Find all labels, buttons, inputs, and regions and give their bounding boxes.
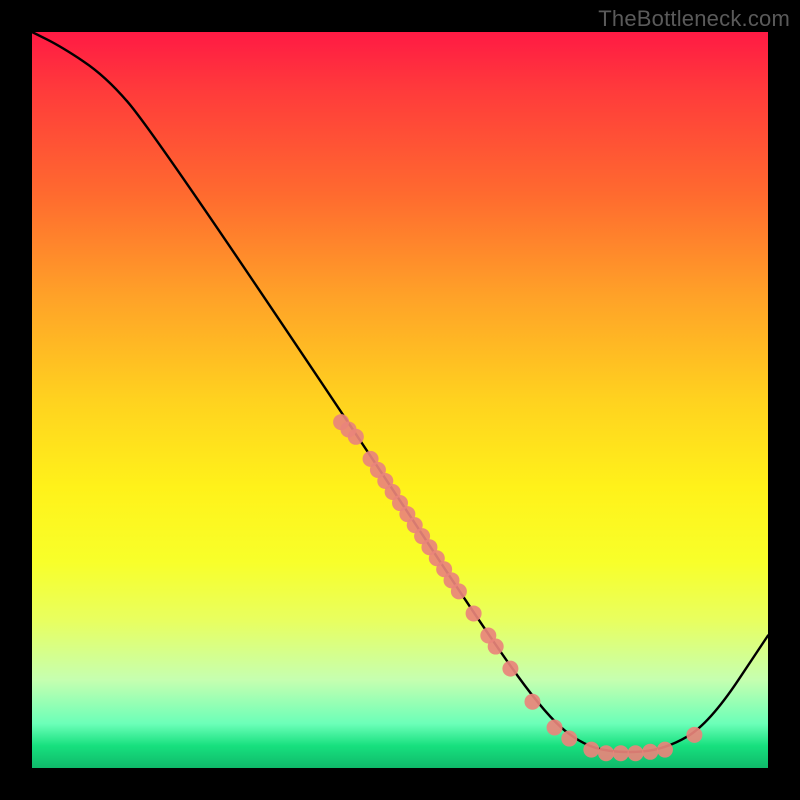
chart-frame: TheBottleneck.com [0, 0, 800, 800]
watermark-label: TheBottleneck.com [598, 6, 790, 32]
data-marker [598, 745, 614, 761]
data-marker [642, 744, 658, 760]
data-marker [628, 745, 644, 761]
data-marker [502, 661, 518, 677]
marker-group [333, 414, 702, 761]
data-marker [451, 583, 467, 599]
plot-area [32, 32, 768, 768]
chart-svg [32, 32, 768, 768]
data-marker [561, 731, 577, 747]
data-marker [686, 727, 702, 743]
bottleneck-curve [32, 32, 768, 752]
data-marker [348, 429, 364, 445]
data-marker [583, 742, 599, 758]
data-marker [524, 694, 540, 710]
data-marker [488, 639, 504, 655]
data-marker [613, 745, 629, 761]
data-marker [657, 742, 673, 758]
data-marker [466, 605, 482, 621]
data-marker [547, 720, 563, 736]
